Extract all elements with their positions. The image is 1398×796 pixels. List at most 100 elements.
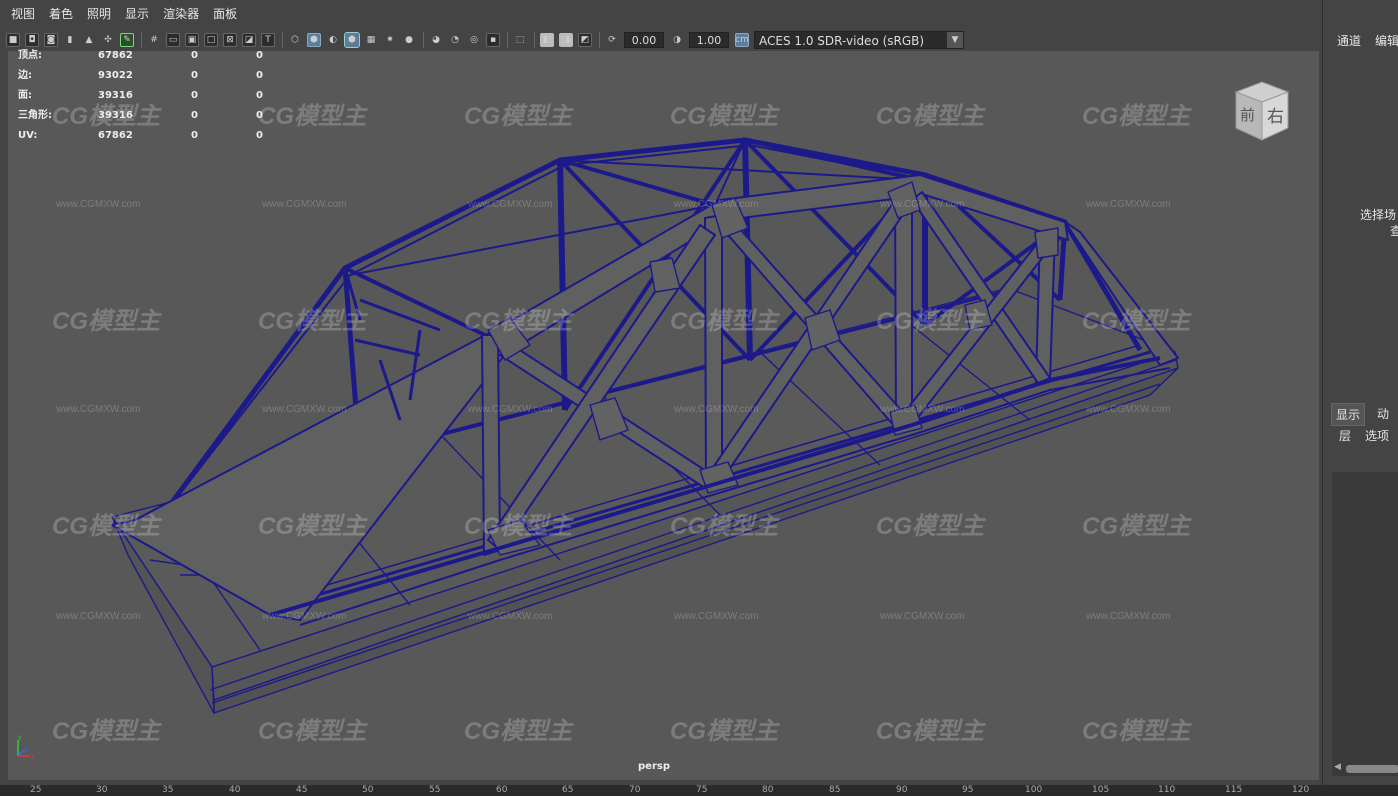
isolate-select-icon[interactable]: ⬚ [513,33,527,47]
viewcube[interactable]: 前 右 [1228,78,1294,144]
scrollbar-thumb[interactable] [1346,765,1398,773]
menu-renderer[interactable]: 渲染器 [156,0,206,28]
field-chart-icon[interactable]: ⊠ [223,33,237,47]
watermark: CG模型主 [464,103,572,130]
depth-of-field-icon[interactable]: ▪ [486,33,500,47]
watermark-url: www.CGMXW.com [262,199,347,210]
hud-row-triangles: 三角形: 39316 0 0 [10,110,270,130]
exposure-field[interactable]: 1.00 [689,32,729,48]
frame-tick: 105 [1092,785,1110,795]
screen-space-ao-icon[interactable]: ◕ [429,33,443,47]
hud-label: 顶点: [18,50,42,61]
color-management-label: ACES 1.0 SDR-video (sRGB) [759,34,925,48]
layers-menu[interactable]: 层 [1339,427,1351,444]
viewport-menubar: 视图 着色 照明 显示 渲染器 面板 [0,0,1322,28]
color-management-dropdown[interactable]: ACES 1.0 SDR-video (sRGB) ▼ [754,31,964,49]
chevron-down-icon[interactable]: ▼ [947,32,963,48]
watermark: CG模型主 [258,103,366,130]
hud-value: 0 [191,70,198,81]
wireframe-on-shaded-icon[interactable]: ⬢ [344,32,360,48]
xray-icon[interactable]: ▦ [364,33,378,47]
film-gate-icon[interactable]: ▭ [166,33,180,47]
tab-display-layers[interactable]: 显示 [1331,403,1366,426]
time-slider-ruler[interactable]: 25 30 35 40 45 50 55 60 65 70 75 80 85 9… [0,785,1398,796]
backface-icon[interactable]: ◩ [578,33,592,47]
watermark: CG模型主 [258,718,366,745]
tab-channels[interactable]: 通道 [1337,32,1361,49]
wireframe-icon[interactable]: ⬡ [288,33,302,47]
gamma-field[interactable]: 0.00 [624,32,664,48]
layer-list-scrollbar[interactable]: ◀ [1332,762,1398,776]
hud-value: 67862 [98,130,133,141]
frame-tick: 80 [762,785,774,795]
options-menu[interactable]: 选项 [1365,427,1389,444]
camera-attributes-icon[interactable]: ◙ [44,33,58,47]
svg-text:x: x [31,754,35,761]
hud-value: 0 [191,90,198,101]
camera-lock-icon[interactable]: ◘ [25,33,39,47]
watermark: CG模型主 [1082,103,1190,130]
menu-shading[interactable]: 着色 [42,0,80,28]
xray-joints-icon[interactable]: ◧ [540,33,554,47]
empty-selection-hint-2: 查 [1390,224,1398,238]
gamma-icon[interactable]: ⟳ [605,33,619,47]
menu-view[interactable]: 视图 [4,0,42,28]
viewport-panel: 视图 着色 照明 显示 渲染器 面板 ■ ◘ ◙ ▮ ▲ ✣ ✎ # ▭ ▣ □… [0,0,1322,785]
watermark: CG模型主 [1082,308,1190,335]
frame-tick: 35 [162,785,174,795]
hud-row-uvs: UV: 67862 0 0 [10,130,270,150]
menu-lighting[interactable]: 照明 [80,0,118,28]
safe-title-icon[interactable]: T [261,33,275,47]
watermark-url: www.CGMXW.com [1086,199,1171,210]
watermark: CG模型主 [670,513,778,540]
watermark: CG模型主 [876,513,984,540]
watermark: CG模型主 [258,308,366,335]
motion-blur-icon[interactable]: ◔ [448,33,462,47]
frame-tick: 100 [1025,785,1043,795]
exposure-icon[interactable]: ◑ [670,33,684,47]
watermark: CG模型主 [258,513,366,540]
watermark-url: www.CGMXW.com [468,404,553,415]
viewport-canvas[interactable]: CG模型主 CG模型主 CG模型主 CG模型主 CG模型主 CG模型主 www.… [8,51,1319,780]
camera-select-icon[interactable]: ■ [6,33,20,47]
multisample-aa-icon[interactable]: ◎ [467,33,481,47]
layer-list[interactable] [1332,472,1398,762]
watermark-url: www.CGMXW.com [468,611,553,622]
2d-pan-zoom-icon[interactable]: ✣ [101,33,115,47]
frame-tick: 45 [296,785,308,795]
safe-action-icon[interactable]: ◪ [242,33,256,47]
watermark-url: www.CGMXW.com [880,199,965,210]
hud-value: 0 [256,70,263,81]
tab-anim-layers[interactable]: 动 [1377,405,1389,422]
grease-pencil-icon[interactable]: ✎ [120,33,134,47]
frame-tick: 75 [696,785,708,795]
tab-edit[interactable]: 编辑 [1375,32,1398,49]
image-plane-icon[interactable]: ▲ [82,33,96,47]
menu-panels[interactable]: 面板 [206,0,244,28]
grid-icon[interactable]: # [147,33,161,47]
hud-row-edges: 边: 93022 0 0 [10,70,270,90]
viewcube-right-face[interactable]: 右 [1267,102,1284,127]
watermark: CG模型主 [670,103,778,130]
hud-value: 0 [191,110,198,121]
bookmark-icon[interactable]: ▮ [63,33,77,47]
watermark-url: www.CGMXW.com [1086,611,1171,622]
smooth-shade-icon[interactable]: ⬢ [307,33,321,47]
xray-active-icon[interactable]: ◨ [559,33,573,47]
default-material-icon[interactable]: ◐ [326,33,340,47]
viewcube-front-face[interactable]: 前 [1240,104,1255,125]
watermark: CG模型主 [52,513,160,540]
watermark-url: www.CGMXW.com [56,404,141,415]
menu-show[interactable]: 显示 [118,0,156,28]
use-all-lights-icon[interactable]: ✷ [383,33,397,47]
watermark-url: www.CGMXW.com [880,611,965,622]
hud-value: 39316 [98,110,133,121]
scroll-left-icon[interactable]: ◀ [1334,762,1341,772]
watermark-url: www.CGMXW.com [56,611,141,622]
camera-name-label: persp [638,761,670,772]
color-management-icon[interactable]: cm [735,33,749,47]
resolution-gate-icon[interactable]: ▣ [185,33,199,47]
gate-mask-icon[interactable]: □ [204,33,218,47]
shadows-icon[interactable]: ● [402,33,416,47]
watermark: CG模型主 [876,103,984,130]
